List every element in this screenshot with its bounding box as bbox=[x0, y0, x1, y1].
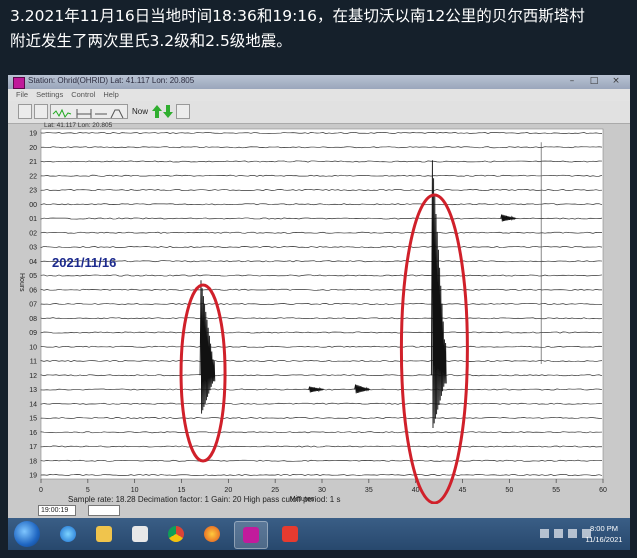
status-field bbox=[88, 505, 120, 516]
hour-label: 02 bbox=[29, 230, 37, 237]
hour-label: 16 bbox=[29, 430, 37, 437]
window-title: Station: Ohrid(OHRID) Lat: 41.117 Lon: 2… bbox=[28, 76, 195, 85]
filter-icon[interactable] bbox=[34, 104, 48, 119]
hour-label: 09 bbox=[29, 330, 37, 337]
date-label: 2021/11/16 bbox=[52, 255, 117, 270]
helicorder-chart: Hours19202122230001020304050607080910111… bbox=[18, 128, 607, 504]
taskbar: 8:00 PM 11/16/2021 bbox=[8, 518, 630, 550]
hour-label: 12 bbox=[29, 373, 37, 380]
x-tick-label: 25 bbox=[271, 487, 279, 494]
hour-label: 07 bbox=[29, 302, 37, 309]
menu-control[interactable]: Control bbox=[71, 89, 95, 101]
now-button[interactable]: Now bbox=[132, 107, 148, 116]
hour-label: 10 bbox=[29, 344, 37, 351]
status-bar: 19:00:19 bbox=[8, 504, 630, 518]
hour-label: 18 bbox=[29, 458, 37, 465]
hour-label: 00 bbox=[29, 202, 37, 209]
caption-line-1: 3.2021年11月16日当地时间18:36和19:16，在基切沃以南12公里的… bbox=[10, 7, 585, 25]
minimize-button[interactable]: – bbox=[564, 76, 580, 87]
hour-label: 14 bbox=[29, 401, 37, 408]
close-button[interactable]: × bbox=[608, 76, 624, 87]
anydesk-icon[interactable] bbox=[274, 521, 306, 547]
tray-network-icon[interactable] bbox=[568, 529, 577, 538]
x-tick-label: 45 bbox=[459, 487, 467, 494]
firefox-icon[interactable] bbox=[196, 521, 228, 547]
sample-params: Sample rate: 18.28 Decimation factor: 1 … bbox=[68, 495, 341, 504]
hour-label: 20 bbox=[29, 145, 37, 152]
hour-label: 15 bbox=[29, 416, 37, 423]
x-tick-label: 60 bbox=[599, 487, 607, 494]
hour-label: 17 bbox=[29, 444, 37, 451]
hour-label: 13 bbox=[29, 387, 37, 394]
screenshot-window: Station: Ohrid(OHRID) Lat: 41.117 Lon: 2… bbox=[8, 75, 630, 550]
hour-label: 22 bbox=[29, 173, 37, 180]
hour-label: 06 bbox=[29, 287, 37, 294]
hour-label: 03 bbox=[29, 245, 37, 252]
hour-label: 23 bbox=[29, 188, 37, 195]
print-icon[interactable] bbox=[176, 104, 190, 119]
x-tick-label: 15 bbox=[178, 487, 186, 494]
toolbar: Now bbox=[8, 101, 630, 124]
ie-icon[interactable] bbox=[52, 521, 84, 547]
y-axis-title: Hours bbox=[18, 273, 25, 292]
x-tick-label: 35 bbox=[365, 487, 373, 494]
menu-settings[interactable]: Settings bbox=[36, 89, 63, 101]
seismograph-app-icon[interactable] bbox=[234, 521, 268, 549]
seismogram-plot: Lat: 41.117 Lon: 20.805 Hours 19 20 21 22 23 0… bbox=[8, 122, 630, 518]
hour-label: 11 bbox=[30, 359, 37, 366]
x-tick-label: 0 bbox=[39, 487, 43, 494]
media-player-icon[interactable] bbox=[124, 521, 156, 547]
hour-label: 01 bbox=[29, 216, 37, 223]
station-icon[interactable] bbox=[18, 104, 32, 119]
x-tick-label: 20 bbox=[224, 487, 232, 494]
x-tick-label: 50 bbox=[505, 487, 513, 494]
tray-up-icon[interactable] bbox=[540, 529, 549, 538]
clock-time: 8:00 PM bbox=[590, 524, 618, 533]
menu-bar: File Settings Control Help bbox=[8, 89, 630, 101]
waveform-tools[interactable] bbox=[50, 104, 128, 119]
x-tick-label: 5 bbox=[86, 487, 90, 494]
status-time: 19:00:19 bbox=[38, 505, 76, 516]
maximize-button[interactable]: □ bbox=[586, 76, 602, 87]
chrome-icon[interactable] bbox=[160, 521, 192, 547]
up-down-arrows-icon[interactable] bbox=[152, 104, 174, 119]
folder-icon[interactable] bbox=[88, 521, 120, 547]
hour-label: 19 bbox=[29, 473, 37, 480]
clock[interactable]: 8:00 PM 11/16/2021 bbox=[581, 523, 627, 545]
menu-help[interactable]: Help bbox=[103, 89, 118, 101]
menu-file[interactable]: File bbox=[16, 89, 28, 101]
hour-label: 04 bbox=[29, 259, 37, 266]
hour-label: 21 bbox=[29, 159, 37, 166]
x-tick-label: 10 bbox=[131, 487, 139, 494]
wave-icon bbox=[52, 108, 72, 118]
title-bar: Station: Ohrid(OHRID) Lat: 41.117 Lon: 2… bbox=[8, 75, 630, 89]
app-icon bbox=[13, 77, 25, 89]
tray-flag-icon[interactable] bbox=[554, 529, 563, 538]
hour-label: 19 bbox=[29, 131, 37, 138]
clock-date: 11/16/2021 bbox=[585, 535, 623, 544]
post-caption: 3.2021年11月16日当地时间18:36和19:16，在基切沃以南12公里的… bbox=[10, 4, 630, 54]
x-tick-label: 55 bbox=[552, 487, 560, 494]
hour-label: 08 bbox=[29, 316, 37, 323]
hour-label: 05 bbox=[29, 273, 37, 280]
windows-start-icon[interactable] bbox=[14, 521, 40, 547]
x-tick-label: 30 bbox=[318, 487, 326, 494]
caption-line-2: 附近发生了两次里氏3.2级和2.5级地震。 bbox=[10, 32, 292, 50]
